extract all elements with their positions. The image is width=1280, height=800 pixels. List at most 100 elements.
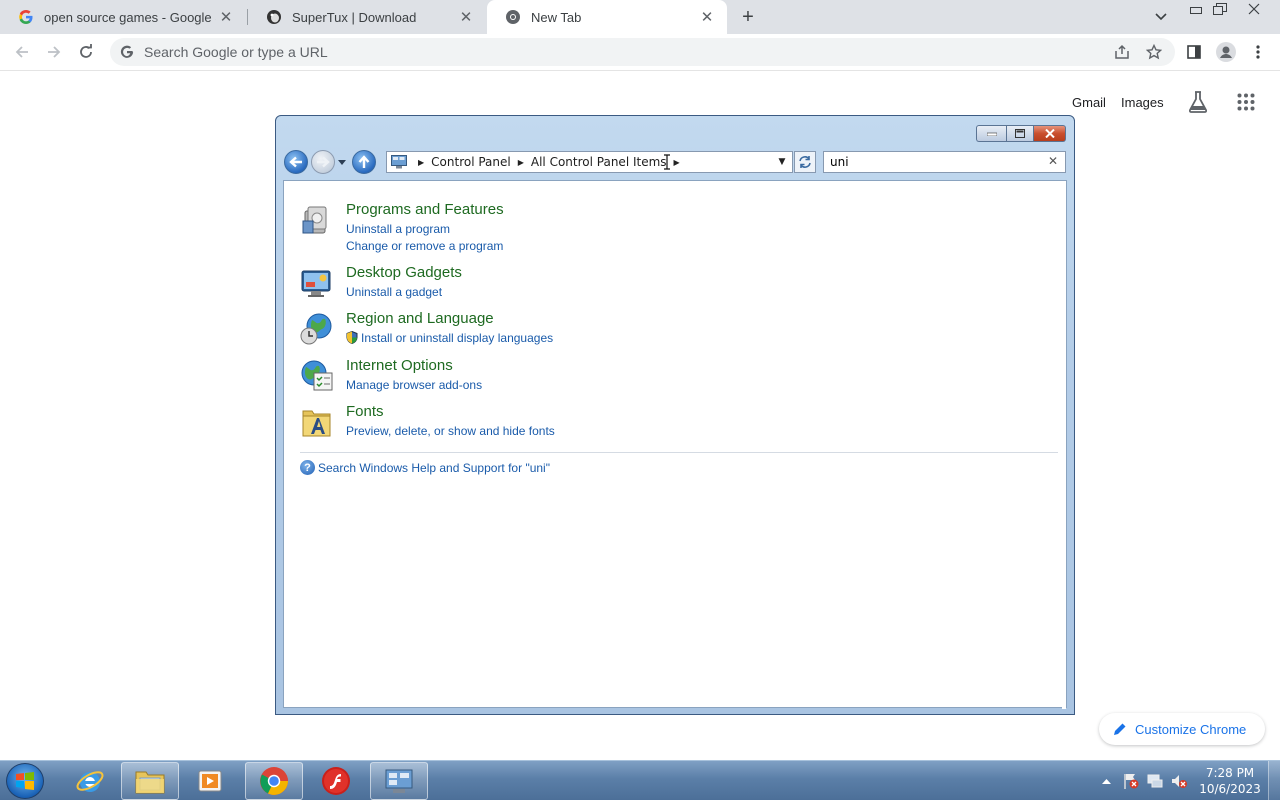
show-hidden-icons-icon[interactable] (1098, 761, 1114, 800)
address-history-dropdown-icon[interactable]: ▼ (772, 152, 792, 172)
internet-explorer-icon[interactable] (61, 762, 119, 800)
window-caption-buttons (976, 125, 1066, 142)
tab-new-tab[interactable]: New Tab ✕ (487, 0, 727, 34)
images-link[interactable]: Images (1121, 95, 1164, 110)
result-region-and-language: Region and Language Install or uninstall… (300, 310, 1000, 350)
help-link-text[interactable]: Search Windows Help and Support for "uni… (318, 461, 550, 475)
region-language-icon (300, 312, 334, 346)
result-title[interactable]: Programs and Features (346, 201, 504, 218)
cp-up-button[interactable] (352, 150, 376, 174)
result-title[interactable]: Internet Options (346, 357, 453, 374)
browser-toolbar (0, 34, 1280, 71)
cp-search-box[interactable]: ✕ (823, 151, 1066, 173)
breadcrumb-control-panel[interactable]: Control Panel (431, 155, 511, 169)
result-link[interactable]: Uninstall a gadget (346, 285, 442, 299)
result-link[interactable]: Preview, delete, or show and hide fonts (346, 424, 555, 438)
chrome-menu-icon[interactable] (1244, 38, 1272, 66)
help-question-icon: ? (300, 460, 315, 475)
windows-help-search-link[interactable]: ? Search Windows Help and Support for "u… (300, 460, 550, 475)
clear-search-icon[interactable]: ✕ (1048, 154, 1058, 168)
gmail-link[interactable]: Gmail (1072, 95, 1106, 110)
windows-taskbar: 7:28 PM 10/6/2023 (0, 760, 1280, 800)
tab-title: New Tab (531, 9, 582, 25)
result-fonts: Fonts Preview, delete, or show and hide … (300, 403, 1000, 443)
back-arrow-icon[interactable] (8, 38, 36, 66)
google-apps-grid-icon[interactable] (1234, 90, 1258, 114)
results-divider (300, 452, 1058, 453)
google-g-icon (119, 44, 135, 60)
chrome-icon (505, 9, 521, 25)
breadcrumb-all-items[interactable]: All Control Panel Items (531, 155, 667, 169)
cp-close-button[interactable] (1034, 125, 1066, 142)
result-title[interactable]: Desktop Gadgets (346, 264, 462, 281)
forward-arrow-icon[interactable] (40, 38, 68, 66)
result-title[interactable]: Fonts (346, 403, 384, 420)
cp-minimize-button[interactable] (976, 125, 1006, 142)
result-link-with-shield[interactable]: Install or uninstall display languages (346, 331, 553, 345)
tab-title: SuperTux | Download (292, 9, 417, 25)
action-center-flag-icon[interactable] (1120, 761, 1142, 800)
media-player-icon[interactable] (181, 762, 239, 800)
tab-title: open source games - Google Sea (44, 9, 216, 25)
cp-navigation (284, 148, 376, 176)
result-link-text[interactable]: Install or uninstall display languages (361, 331, 553, 345)
breadcrumb-arrow-icon[interactable]: ▶ (418, 158, 424, 167)
cp-address-bar[interactable]: ▶ Control Panel ▶ All Control Panel Item… (386, 151, 793, 173)
result-link[interactable]: Change or remove a program (346, 239, 503, 253)
uac-shield-icon (346, 331, 358, 344)
show-desktop-button[interactable] (1268, 761, 1280, 800)
tab-search-chevron-icon[interactable] (1150, 7, 1172, 27)
bookmark-star-icon[interactable] (1140, 38, 1168, 66)
cp-back-button[interactable] (284, 150, 308, 174)
share-icon[interactable] (1108, 38, 1136, 66)
control-panel-small-icon (391, 155, 407, 169)
new-tab-plus-icon[interactable]: + (736, 5, 760, 29)
result-internet-options: Internet Options Manage browser add-ons (300, 357, 1000, 397)
desktop-gadgets-icon (300, 266, 334, 300)
result-title[interactable]: Region and Language (346, 310, 494, 327)
flash-icon[interactable] (307, 762, 365, 800)
customize-chrome-button[interactable]: Customize Chrome (1099, 713, 1265, 745)
clock-time: 7:28 PM (1205, 766, 1255, 780)
recent-pages-dropdown-icon[interactable] (336, 150, 348, 174)
start-button[interactable] (6, 763, 44, 799)
tab-close-icon[interactable]: ✕ (456, 7, 476, 27)
restore-icon[interactable] (1208, 0, 1232, 18)
close-window-icon[interactable] (1242, 0, 1266, 18)
control-panel-icon[interactable] (370, 762, 428, 800)
labs-flask-icon[interactable] (1186, 90, 1210, 114)
fonts-folder-icon (300, 405, 334, 439)
minimize-icon[interactable] (1184, 0, 1208, 18)
breadcrumb-arrow-icon[interactable]: ▶ (674, 158, 680, 167)
supertux-icon (266, 9, 282, 25)
chrome-icon[interactable] (245, 762, 303, 800)
cp-forward-button[interactable] (311, 150, 335, 174)
taskbar-clock[interactable]: 7:28 PM 10/6/2023 (1198, 765, 1262, 797)
tab-supertux[interactable]: SuperTux | Download ✕ (248, 0, 486, 34)
clock-date: 10/6/2023 (1199, 782, 1261, 796)
profile-avatar-icon[interactable] (1212, 38, 1240, 66)
tab-google-search[interactable]: open source games - Google Sea ✕ (0, 0, 246, 34)
volume-muted-icon[interactable] (1168, 761, 1190, 800)
cp-results-pane: Programs and Features Uninstall a progra… (283, 180, 1067, 709)
side-panel-icon[interactable] (1180, 38, 1208, 66)
tab-close-icon[interactable]: ✕ (216, 7, 236, 27)
tab-close-icon[interactable]: ✕ (697, 7, 717, 27)
tab-strip: open source games - Google Sea ✕ SuperTu… (0, 0, 1280, 34)
cp-scrollbar[interactable] (1062, 181, 1066, 709)
breadcrumb-arrow-icon[interactable]: ▶ (518, 158, 524, 167)
cp-maximize-button[interactable] (1006, 125, 1034, 142)
omnibox[interactable] (110, 38, 1175, 66)
network-icon[interactable] (1144, 761, 1166, 800)
result-link[interactable]: Manage browser add-ons (346, 378, 482, 392)
reload-icon[interactable] (72, 38, 100, 66)
windows-explorer-icon[interactable] (121, 762, 179, 800)
omnibox-input[interactable] (144, 44, 1044, 60)
result-link[interactable]: Uninstall a program (346, 222, 450, 236)
result-desktop-gadgets: Desktop Gadgets Uninstall a gadget (300, 264, 1000, 304)
cp-search-input[interactable] (824, 155, 1034, 169)
google-g-icon (18, 9, 34, 25)
programs-features-icon (300, 203, 334, 237)
control-panel-window[interactable]: ▶ Control Panel ▶ All Control Panel Item… (275, 115, 1075, 715)
cp-refresh-button[interactable] (794, 151, 816, 173)
